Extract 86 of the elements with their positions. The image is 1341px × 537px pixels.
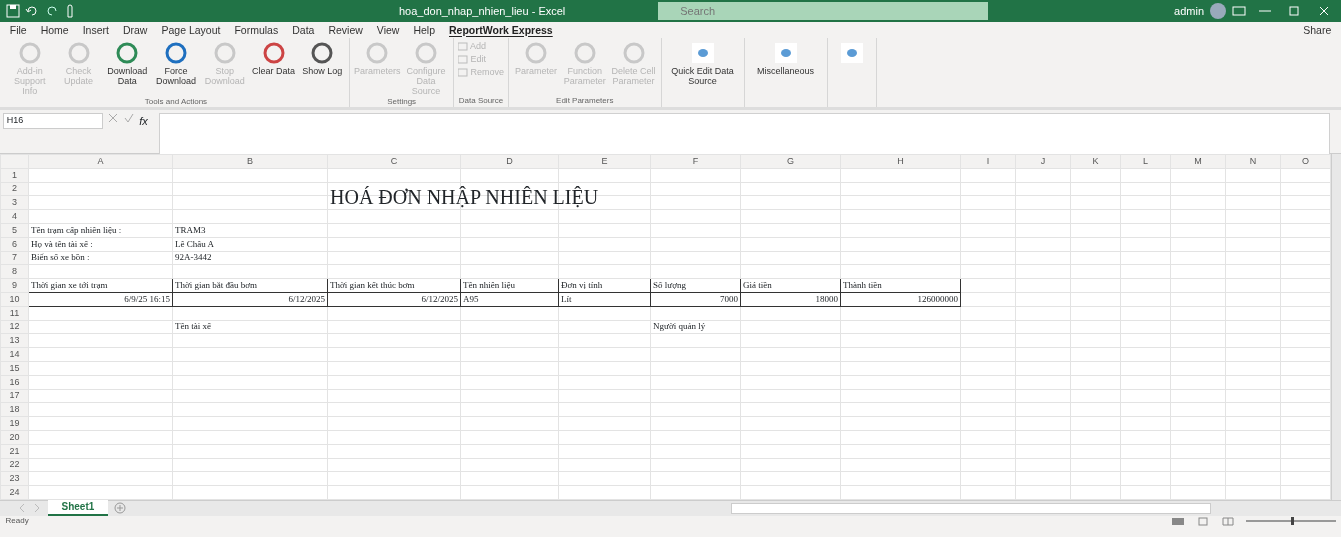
table-cell: Thời gian bắt đầu bơm	[172, 278, 328, 293]
ribbon-tab[interactable]: File	[2, 22, 34, 38]
window-title: hoa_don_nhap_nhien_lieu - Excel	[398, 3, 566, 19]
table-cell: Thời gian kết thúc bơm	[327, 278, 461, 293]
column-header[interactable]: G	[740, 154, 841, 169]
cancel-icon[interactable]	[108, 112, 119, 123]
column-header[interactable]: D	[460, 154, 559, 169]
ribbon-tab[interactable]: Page Layout	[154, 22, 228, 38]
ribbon-tab[interactable]: Formulas	[227, 22, 286, 38]
formula-input[interactable]	[159, 112, 1331, 155]
ribbon-tab[interactable]: ReportWork Express	[442, 22, 560, 38]
ribbon-display-icon[interactable]	[1231, 5, 1247, 17]
next-sheet-icon[interactable]	[32, 503, 42, 514]
horizontal-scrollbar[interactable]	[731, 502, 1212, 514]
column-header[interactable]: A	[28, 154, 173, 169]
page-layout-icon[interactable]	[1195, 516, 1210, 526]
ribbon-tab[interactable]: View	[369, 22, 407, 38]
column-header[interactable]: O	[1280, 154, 1331, 169]
sheet-title: HOÁ ĐƠN NHẬP NHIÊN LIỆU	[330, 185, 599, 211]
insert-function-button[interactable]: fx	[139, 112, 148, 130]
add-sheet-icon[interactable]	[113, 502, 126, 515]
vertical-scrollbar[interactable]	[1331, 154, 1341, 500]
table-cell: 7000	[650, 292, 741, 307]
column-header[interactable]: M	[1170, 154, 1226, 169]
table-cell: 18000	[740, 292, 841, 307]
group-label: Settings	[386, 96, 418, 107]
table-cell: 6/9/25 16:15	[28, 292, 173, 307]
table-cell: A95	[460, 292, 559, 307]
ribbon-button[interactable]: Quick Edit Data Source	[665, 40, 740, 86]
column-header[interactable]: E	[558, 154, 651, 169]
undo-icon[interactable]	[25, 4, 39, 18]
table-cell: 6/12/2025	[327, 292, 461, 307]
table-cell: Họ và tên tài xế :	[28, 237, 173, 252]
ribbon-button[interactable]: Clear Data	[250, 40, 297, 96]
name-box[interactable]: H16	[2, 112, 103, 129]
table-cell: Người quản lý	[650, 320, 741, 334]
ribbon-tab[interactable]: Insert	[75, 22, 116, 38]
page-break-icon[interactable]	[1220, 516, 1235, 526]
table-cell: Đơn vị tính	[558, 278, 651, 293]
table-cell: Tên nhiên liệu	[460, 278, 559, 293]
share-button[interactable]: Share	[1296, 22, 1339, 38]
ribbon-tab[interactable]: Data	[285, 22, 322, 38]
table-cell: 6/12/2025	[172, 292, 328, 307]
table-cell: Lít	[558, 292, 651, 307]
column-header[interactable]: J	[1015, 154, 1071, 169]
ribbon-tab[interactable]: Home	[33, 22, 76, 38]
zoom-slider-thumb[interactable]	[1290, 517, 1294, 526]
column-header[interactable]: K	[1070, 154, 1121, 169]
table-cell: Lê Châu A	[172, 237, 328, 252]
table-cell: Thời gian xe tới trạm	[28, 278, 173, 293]
save-icon[interactable]	[5, 4, 20, 18]
user-name: admin	[1174, 3, 1204, 19]
avatar-icon[interactable]	[1209, 3, 1226, 19]
table-cell: 92A-3442	[172, 251, 328, 265]
table-cell: Thành tiền	[840, 278, 961, 293]
column-header[interactable]: N	[1225, 154, 1281, 169]
column-header[interactable]: L	[1120, 154, 1171, 169]
ribbon-button[interactable]: Download Data	[104, 40, 151, 96]
table-cell: Tên tài xế	[172, 320, 328, 334]
table-cell: Số lượng	[650, 278, 741, 293]
enter-icon[interactable]	[123, 112, 134, 123]
table-cell: Biển số xe bồn :	[28, 251, 173, 265]
column-header[interactable]: H	[840, 154, 961, 169]
column-header[interactable]: F	[650, 154, 741, 169]
column-header[interactable]: I	[960, 154, 1016, 169]
ribbon-tab[interactable]: Review	[321, 22, 370, 38]
ribbon-tab[interactable]: Help	[406, 22, 442, 38]
ribbon-tab[interactable]: Draw	[115, 22, 155, 38]
group-label: Edit Parameters	[555, 95, 615, 107]
table-cell: Giá tiền	[740, 278, 841, 293]
group-label: Data Source	[458, 95, 504, 107]
column-header[interactable]: C	[327, 154, 461, 169]
redo-icon[interactable]	[44, 4, 59, 18]
status-text: Ready	[5, 515, 29, 528]
search-field[interactable]: Search	[658, 2, 989, 20]
sheet-tab[interactable]: Sheet1	[47, 500, 109, 517]
group-label: Tools and Actions	[143, 96, 209, 107]
table-cell: TRAM3	[172, 223, 328, 238]
ribbon-button[interactable]: Show Log	[299, 40, 346, 96]
normal-view-icon[interactable]	[1170, 516, 1185, 526]
zoom-slider[interactable]	[1245, 520, 1336, 523]
ribbon-button[interactable]: Miscellaneous	[748, 40, 823, 76]
ribbon-button[interactable]: Force Download	[153, 40, 199, 96]
column-header[interactable]: B	[172, 154, 328, 169]
table-cell: 126000000	[840, 292, 961, 307]
table-cell: Tên trạm cấp nhiên liệu :	[28, 223, 173, 238]
